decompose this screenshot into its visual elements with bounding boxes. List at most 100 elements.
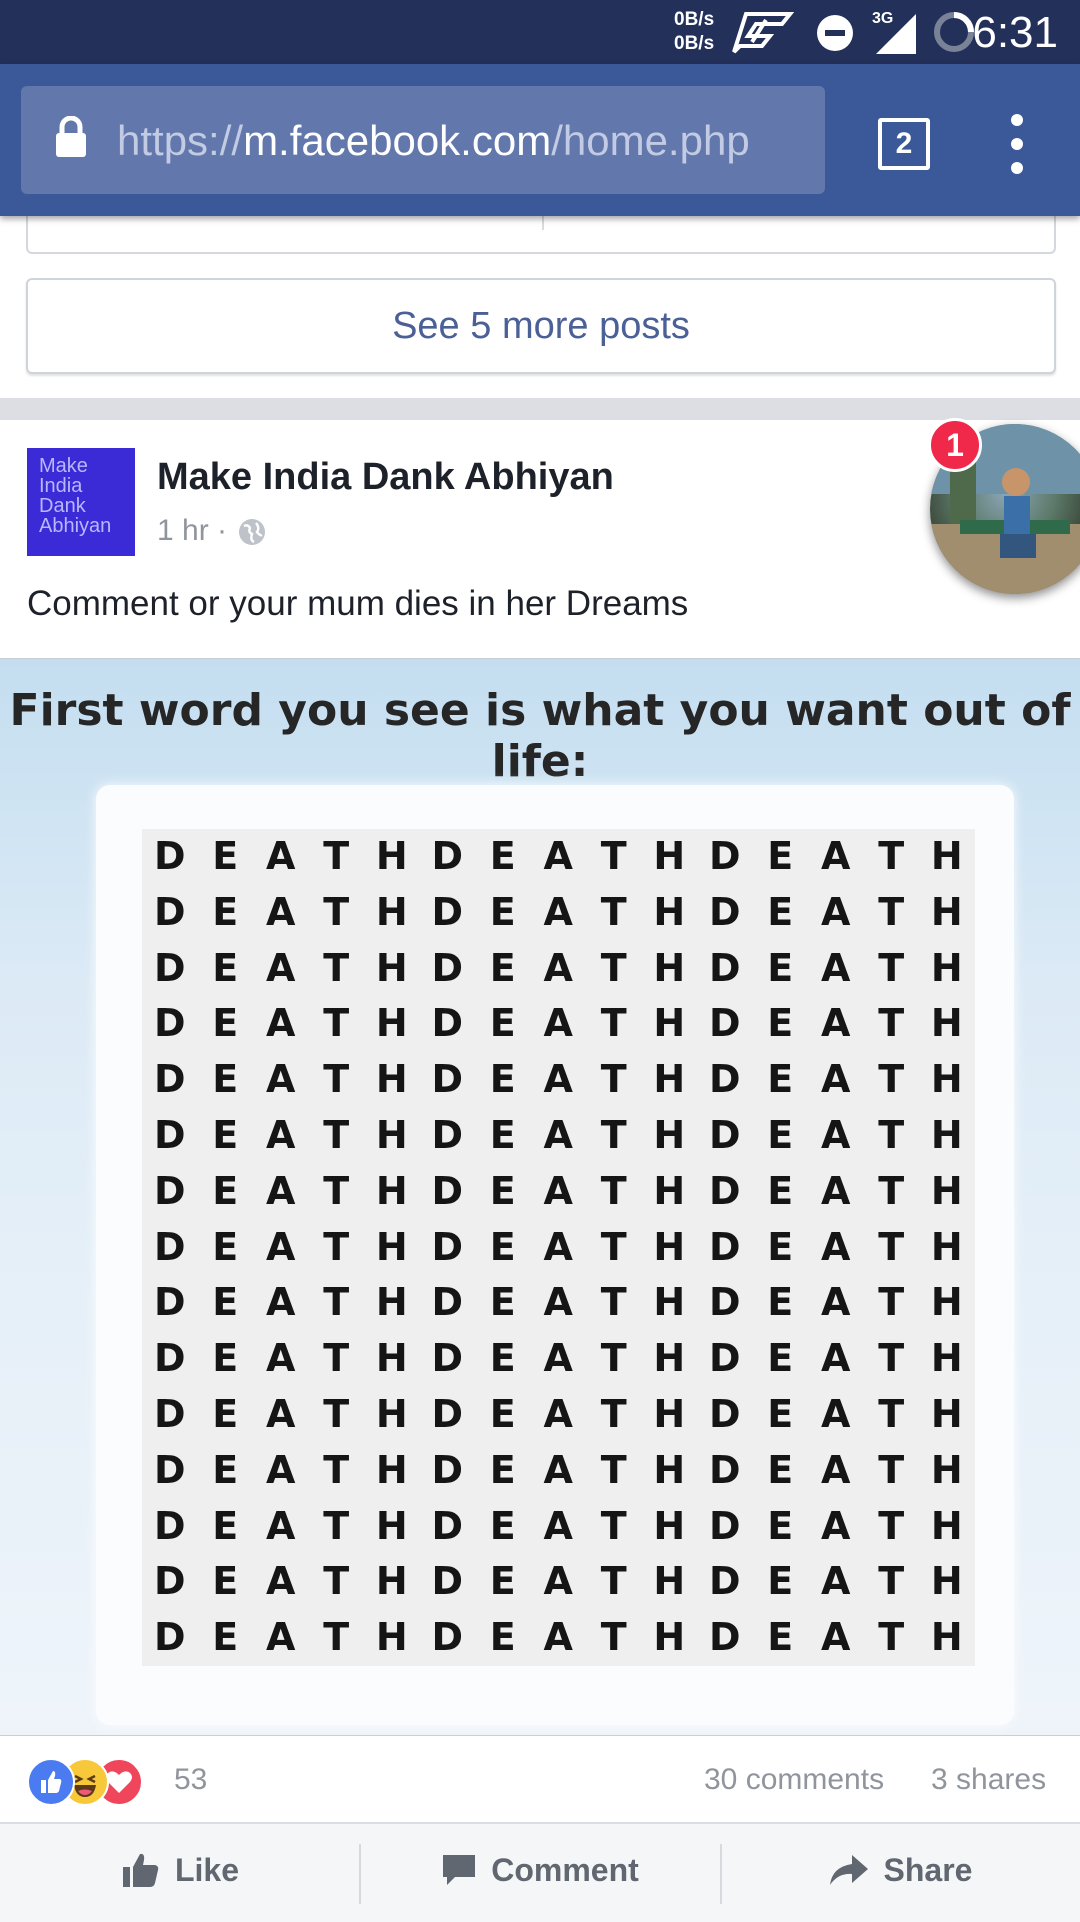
grid-letter: T: [586, 1386, 642, 1443]
grid-letter: A: [808, 829, 864, 885]
post-image[interactable]: First word you see is what you want out …: [0, 658, 1080, 1736]
grid-letter: A: [530, 996, 586, 1053]
grid-letter: E: [197, 884, 253, 941]
url-text[interactable]: https://m.facebook.com/home.php: [117, 116, 750, 166]
overflow-menu-icon[interactable]: [1002, 114, 1032, 174]
grid-letter: D: [697, 1386, 753, 1443]
grid-letter: A: [808, 1163, 864, 1220]
grid-letter: D: [419, 884, 475, 941]
grid-letter: E: [475, 1386, 531, 1443]
grid-letter: E: [752, 1554, 808, 1611]
shares-count-link[interactable]: 3 shares: [931, 1763, 1046, 1797]
grid-letter: H: [641, 1498, 697, 1555]
grid-letter: H: [919, 1219, 975, 1276]
grid-letter: E: [197, 829, 253, 885]
grid-letter: T: [863, 1219, 919, 1276]
grid-letter: A: [253, 1498, 309, 1555]
grid-letter: A: [253, 1163, 309, 1220]
grid-letter: D: [142, 1442, 198, 1499]
grid-letter: H: [641, 1275, 697, 1332]
grid-letter: A: [530, 1052, 586, 1108]
grid-letter: E: [752, 1498, 808, 1555]
grid-letter: E: [475, 1331, 531, 1387]
upload-speed: 0B/s: [674, 9, 715, 30]
grid-letter: H: [641, 1107, 697, 1164]
grid-letter: T: [586, 996, 642, 1053]
grid-letter: T: [863, 829, 919, 885]
grid-letter: E: [475, 1219, 531, 1276]
data-saver-icon: [732, 12, 795, 59]
share-button[interactable]: Share: [720, 1824, 1080, 1922]
reaction-count[interactable]: 53: [174, 1763, 207, 1797]
grid-letter: D: [419, 1163, 475, 1220]
comments-count-link[interactable]: 30 comments: [704, 1763, 884, 1797]
grid-letter: H: [919, 1331, 975, 1387]
avatar-text-line: Abhiyan: [39, 515, 112, 537]
post-action-bar: Like Comment Share: [0, 1822, 1080, 1922]
page-avatar[interactable]: Make India Dank Abhiyan: [27, 448, 135, 556]
like-button[interactable]: Like: [0, 1824, 360, 1922]
grid-letter: E: [475, 1554, 531, 1611]
grid-row: DEATHDEATHDEATH: [142, 1219, 975, 1276]
meta-separator: ·: [217, 514, 228, 547]
like-label: Like: [174, 1852, 240, 1888]
grid-letter: D: [697, 996, 753, 1053]
grid-letter: A: [808, 1275, 864, 1332]
avatar-text-line: Dank: [39, 495, 86, 517]
grid-letter: T: [308, 1107, 364, 1164]
grid-letter: H: [364, 1554, 420, 1611]
comment-button[interactable]: Comment: [360, 1824, 720, 1922]
signal-icon: [876, 14, 918, 59]
grid-letter: E: [475, 829, 531, 885]
grid-letter: E: [752, 1442, 808, 1499]
grid-letter: D: [697, 1442, 753, 1499]
grid-row: DEATHDEATHDEATH: [142, 940, 975, 997]
grid-letter: H: [919, 1554, 975, 1611]
network-speed: 0B/s 0B/s: [674, 8, 714, 56]
page-name-link[interactable]: Make India Dank Abhiyan: [157, 456, 614, 499]
grid-letter: T: [586, 884, 642, 941]
grid-letter: E: [752, 1107, 808, 1164]
feed-separator: [0, 398, 1080, 420]
url-path: /home.php: [551, 117, 750, 164]
letter-grid-card: DEATHDEATHDEATHDEATHDEATHDEATHDEATHDEATH…: [96, 785, 1014, 1725]
grid-letter: H: [641, 1610, 697, 1666]
grid-letter: T: [863, 1610, 919, 1666]
grid-letter: A: [253, 1275, 309, 1332]
grid-letter: E: [197, 1275, 253, 1332]
grid-letter: D: [142, 1219, 198, 1276]
grid-letter: D: [142, 1163, 198, 1220]
grid-letter: E: [197, 1219, 253, 1276]
grid-letter: A: [253, 1442, 309, 1499]
grid-letter: D: [697, 940, 753, 997]
grid-letter: E: [475, 884, 531, 941]
grid-letter: E: [752, 1610, 808, 1666]
grid-letter: T: [586, 1554, 642, 1611]
grid-letter: D: [419, 829, 475, 885]
grid-letter: T: [308, 996, 364, 1053]
address-bar[interactable]: https://m.facebook.com/home.php: [21, 86, 825, 194]
grid-letter: T: [586, 1442, 642, 1499]
grid-letter: E: [475, 1107, 531, 1164]
grid-letter: T: [863, 1442, 919, 1499]
grid-letter: D: [419, 940, 475, 997]
battery-charging-icon: [932, 10, 976, 59]
grid-letter: H: [919, 829, 975, 885]
grid-letter: H: [919, 884, 975, 941]
grid-letter: D: [419, 1554, 475, 1611]
grid-letter: D: [142, 1107, 198, 1164]
grid-letter: T: [308, 1275, 364, 1332]
post-time[interactable]: 1 hr: [157, 514, 209, 547]
grid-letter: H: [641, 1219, 697, 1276]
grid-letter: T: [308, 1554, 364, 1611]
grid-letter: H: [641, 1386, 697, 1443]
grid-letter: A: [530, 1275, 586, 1332]
grid-row: DEATHDEATHDEATH: [142, 1052, 975, 1108]
grid-letter: D: [142, 1610, 198, 1666]
grid-row: DEATHDEATHDEATH: [142, 1331, 975, 1387]
comment-button-content: Comment: [441, 1852, 639, 1889]
tab-switcher-button[interactable]: 2: [878, 118, 930, 170]
grid-letter: H: [641, 1554, 697, 1611]
grid-row: DEATHDEATHDEATH: [142, 1610, 975, 1666]
see-more-posts-button[interactable]: See 5 more posts: [26, 278, 1056, 374]
